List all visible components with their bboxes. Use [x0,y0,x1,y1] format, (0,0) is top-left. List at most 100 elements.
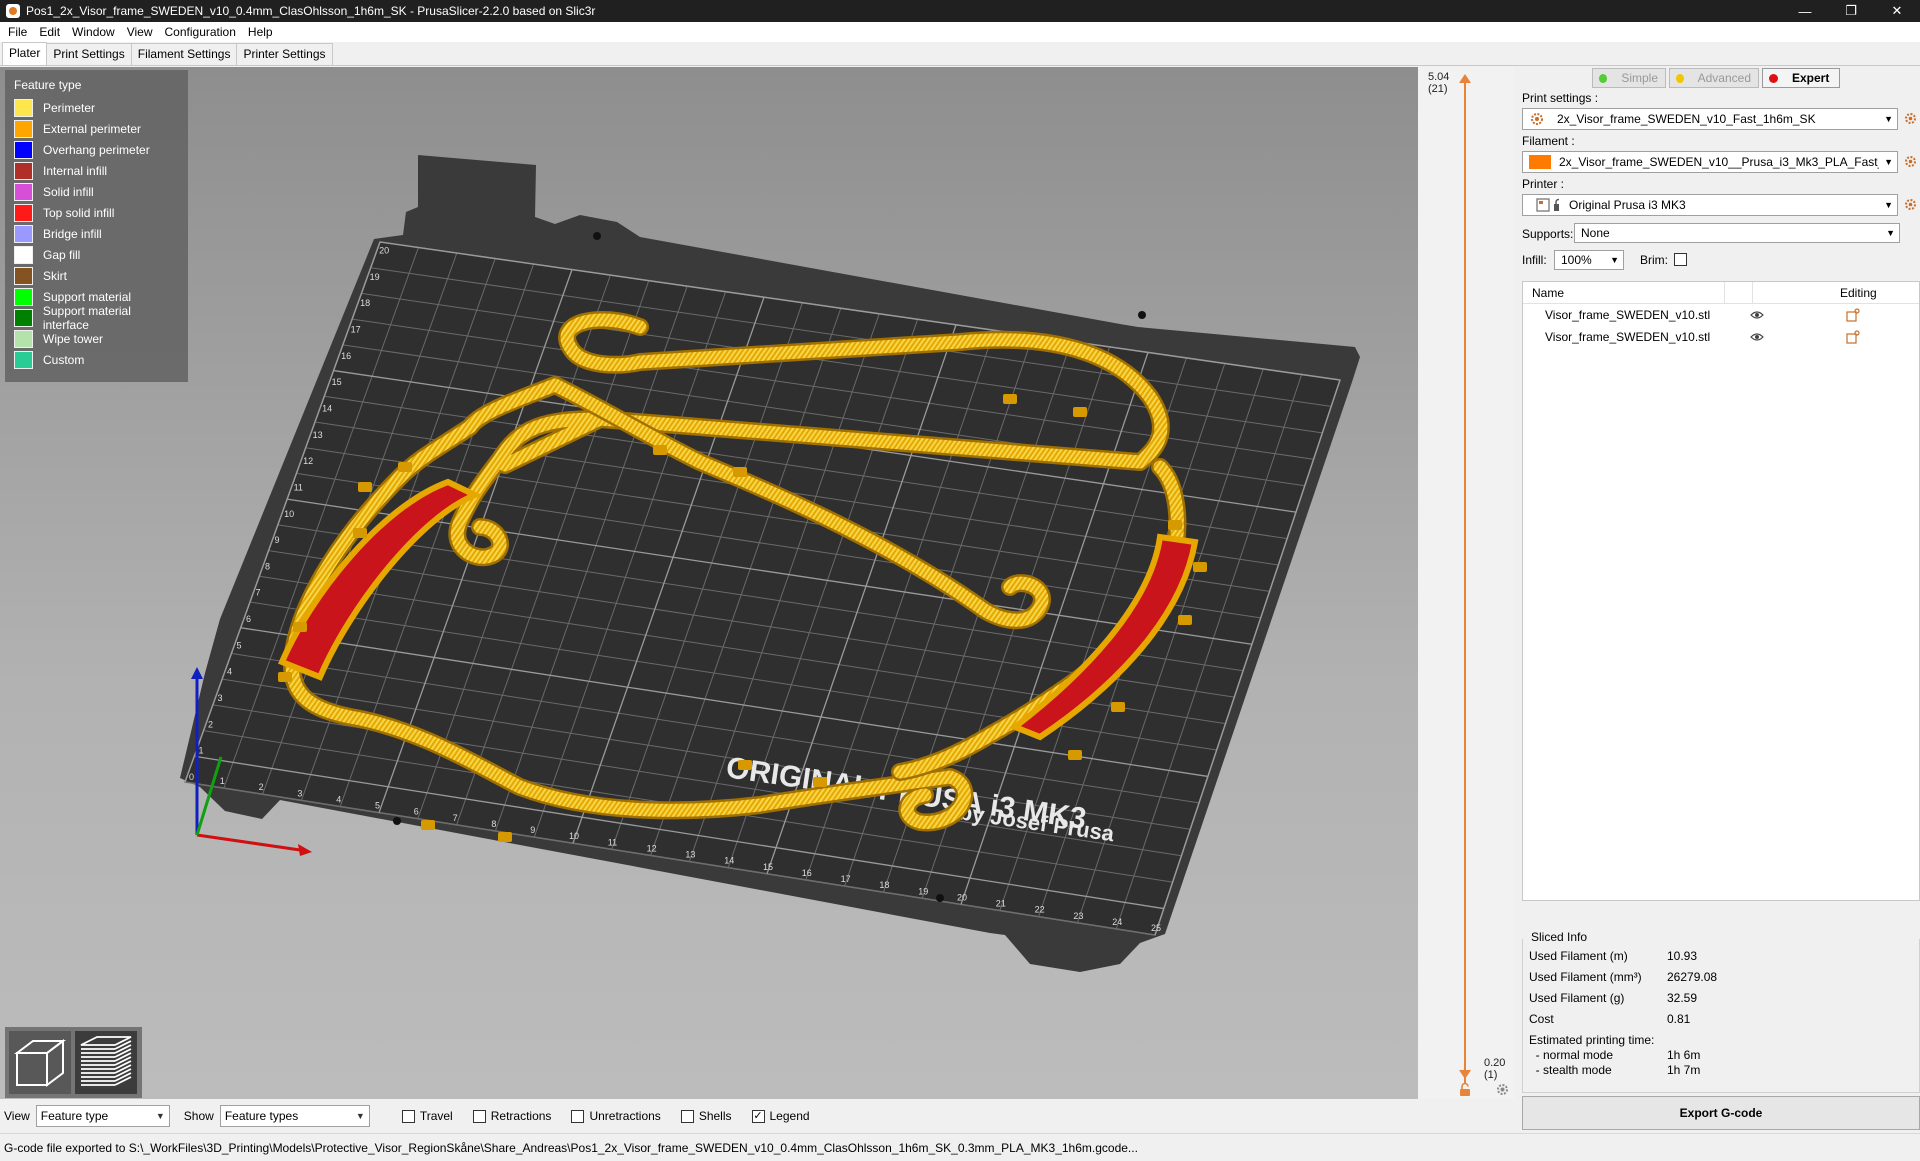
filament-select[interactable]: 2x_Visor_frame_SWEDEN_v10__Prusa_i3_Mk3_… [1522,151,1898,173]
edit-filament-gear-icon[interactable] [1904,155,1917,168]
layer-slider-track[interactable] [1464,77,1466,1084]
used-filament-mm3-label: Used Filament (mm³) [1529,970,1642,984]
x-tick-label: 4 [336,794,341,804]
printer-select[interactable]: Original Prusa i3 MK3 ▼ [1522,194,1898,216]
menu-window[interactable]: Window [66,25,121,39]
legend-color-swatch [14,140,33,159]
shells-checkbox[interactable]: Shells [680,1109,732,1123]
checkbox-box[interactable] [472,1109,486,1123]
layer-slider[interactable]: 5.04 (21) 0.20 (1) [1418,67,1514,1099]
edit-printer-gear-icon[interactable] [1904,198,1917,211]
menu-configuration[interactable]: Configuration [159,25,242,39]
legend-item-label: Bridge infill [43,226,102,241]
legend-color-swatch [14,203,33,222]
x-tick-label: 24 [1112,917,1122,927]
3d-view-cube-icon[interactable] [9,1031,71,1094]
checkbox-box[interactable] [401,1109,415,1123]
gear-icon[interactable] [1496,1083,1509,1096]
frame-tab [1193,562,1207,572]
name-column-header[interactable]: Name [1532,286,1732,300]
eye-icon[interactable] [1750,310,1764,320]
menu-file[interactable]: File [2,25,33,39]
supports-select[interactable]: None ▼ [1574,223,1900,243]
mode-expert-button[interactable]: Expert [1762,68,1840,88]
object-name: Visor_frame_SWEDEN_v10.stl [1545,330,1711,344]
x-tick-label: 13 [685,850,695,860]
export-gcode-button[interactable]: Export G-code [1522,1096,1920,1130]
menu-edit[interactable]: Edit [33,25,66,39]
stealth-mode-value: 1h 7m [1667,1063,1701,1077]
legend-checkbox[interactable]: ✓ Legend [751,1109,810,1123]
retractions-checkbox[interactable]: Retractions [472,1109,551,1123]
brim-checkbox[interactable] [1674,253,1687,266]
x-tick-label: 8 [491,819,496,829]
mode-advanced-button[interactable]: Advanced [1669,68,1759,88]
legend-color-swatch [14,224,33,243]
chevron-down-icon: ▼ [1884,114,1893,124]
x-tick-label: 21 [996,899,1006,909]
layer-bottom-height: 0.20 [1484,1057,1506,1069]
frame-tab [353,528,367,538]
used-filament-m-label: Used Filament (m) [1529,949,1628,963]
menu-view[interactable]: View [121,25,159,39]
column-divider [1752,281,1780,304]
legend-item-label: Internal infill [43,163,108,178]
y-tick-label: 3 [218,693,223,703]
tab-plater[interactable]: Plater [2,42,48,65]
unretractions-checkbox[interactable]: Unretractions [571,1109,661,1123]
bed-screw [593,232,601,240]
view-type-select[interactable]: Feature type ▼ [35,1105,170,1127]
show-features-select[interactable]: Feature types ▼ [219,1105,370,1127]
minimize-button[interactable]: — [1782,0,1828,22]
maximize-button[interactable]: ❐ [1828,0,1874,22]
frame-tab [733,467,747,477]
editing-column-header[interactable]: Editing [1840,286,1877,300]
infill-select[interactable]: 100% ▼ [1554,250,1624,270]
layer-slider-bottom-thumb[interactable] [1459,1070,1471,1079]
eye-icon[interactable] [1750,332,1764,342]
3d-preview-canvas[interactable]: 1 2 3 4 5 6 7 8 9 10 11 12 13 14 15 16 17 18 19 20 21 22 23 24 2… [0,67,1418,1099]
y-tick-label: 14 [322,403,332,413]
preview-layers-icon[interactable] [75,1031,137,1094]
used-filament-m-value: 10.93 [1667,949,1698,963]
feature-type-legend: Feature type Perimeter External perimeter… [5,70,188,382]
status-message: G-code file exported to S:\_WorkFiles\3D… [4,1140,1138,1155]
legend-item-label: Support material interface [42,303,131,332]
checkbox-box[interactable] [571,1109,585,1123]
settings-sidebar: Simple Advanced Expert Print settings : … [1514,67,1920,1133]
normal-mode-value: 1h 6m [1667,1048,1701,1062]
preview-toolbar: View Feature type ▼ Show Feature types ▼… [0,1099,1514,1133]
chevron-down-icon: ▼ [1610,255,1619,265]
shells-label: Shells [698,1109,732,1123]
mode-simple-button[interactable]: Simple [1592,68,1666,88]
edit-object-icon[interactable] [1846,330,1860,344]
object-row[interactable]: Visor_frame_SWEDEN_v10.stl [1523,326,1919,348]
close-button[interactable]: ✕ [1874,0,1920,22]
layer-slider-top-thumb[interactable] [1459,74,1471,83]
unlock-icon[interactable] [1458,1083,1472,1096]
x-tick-label: 15 [763,862,773,872]
mode-advanced-label: Advanced [1697,71,1751,85]
show-features-value: Feature types [224,1109,299,1123]
y-tick-label: 7 [256,588,261,598]
tab-printer-settings[interactable]: Printer Settings [236,43,333,65]
menu-help[interactable]: Help [242,25,279,39]
tab-filament-settings[interactable]: Filament Settings [130,43,238,65]
edit-preset-gear-icon[interactable] [1904,112,1917,125]
object-row[interactable]: Visor_frame_SWEDEN_v10.stl [1523,304,1919,326]
edit-object-icon[interactable] [1846,308,1860,322]
legend-item: Support material interface [14,304,179,332]
checkbox-box[interactable] [680,1109,694,1123]
legend-item-label: Custom [43,352,85,367]
frame-tab [1178,615,1192,625]
print-settings-select[interactable]: 2x_Visor_frame_SWEDEN_v10_Fast_1h6m_SK ▼ [1522,108,1898,130]
frame-tab [1068,750,1082,760]
travel-checkbox[interactable]: Travel [401,1109,453,1123]
supports-label: Supports: [1522,227,1574,241]
mode-expert-label: Expert [1792,71,1830,85]
checkmark-icon[interactable]: ✓ [751,1109,765,1123]
printer-lock-icon [1536,198,1559,212]
frame-tab [278,672,292,682]
tab-print-settings[interactable]: Print Settings [46,43,132,65]
view-type-value: Feature type [40,1109,109,1123]
